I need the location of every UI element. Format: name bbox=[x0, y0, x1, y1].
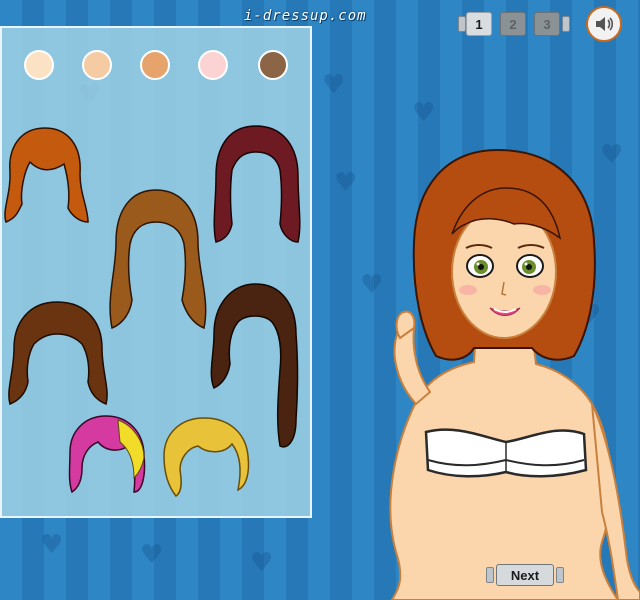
next-right-cap bbox=[556, 567, 564, 583]
skin-tone-swatch-tan[interactable] bbox=[140, 50, 170, 80]
hairstyle-option-golden-brown-long[interactable] bbox=[100, 188, 212, 338]
page-2-button[interactable]: 2 bbox=[500, 12, 526, 36]
skin-tone-swatch-light[interactable] bbox=[82, 50, 112, 80]
site-logo: i-dressup.com bbox=[244, 8, 367, 24]
mitten-pattern-icon: ♥ bbox=[140, 540, 164, 570]
mitten-pattern-icon: ♥ bbox=[412, 98, 436, 128]
mitten-pattern-icon: ♥ bbox=[322, 70, 346, 100]
next-left-cap bbox=[486, 567, 494, 583]
hairstyle-option-dark-brown-shag[interactable] bbox=[2, 298, 112, 408]
skin-tone-swatch-pink[interactable] bbox=[198, 50, 228, 80]
skin-tone-swatch-porcelain[interactable] bbox=[24, 50, 54, 80]
sound-toggle-button[interactable] bbox=[586, 6, 622, 42]
speaker-icon bbox=[596, 17, 614, 31]
doll-head bbox=[412, 148, 596, 361]
hairstyle-option-burgundy-straight[interactable] bbox=[208, 124, 304, 252]
pager-left-cap bbox=[458, 16, 466, 32]
next-button-group: Next bbox=[486, 564, 564, 586]
skin-tone-swatch-brown[interactable] bbox=[258, 50, 288, 80]
page-1-button[interactable]: 1 bbox=[466, 12, 492, 36]
doll-model bbox=[389, 148, 640, 600]
mitten-pattern-icon: ♥ bbox=[40, 530, 64, 560]
mitten-pattern-icon: ♥ bbox=[334, 168, 358, 198]
next-button[interactable]: Next bbox=[496, 564, 554, 586]
hairstyle-option-auburn-flip[interactable] bbox=[0, 122, 90, 234]
game-stage: ♥ ♥ ♥ ♥ ♥ ♥ ♥ ♥ ♥ ♥ i-dressup.com 1 2 3 bbox=[0, 0, 640, 600]
page-3-button[interactable]: 3 bbox=[534, 12, 560, 36]
hairstyle-option-pink-yellow-pixie[interactable] bbox=[64, 412, 148, 498]
mitten-pattern-icon: ♥ bbox=[250, 548, 274, 578]
hairstyle-option-blonde-pixie[interactable] bbox=[158, 414, 252, 500]
pager-right-cap bbox=[562, 16, 570, 32]
